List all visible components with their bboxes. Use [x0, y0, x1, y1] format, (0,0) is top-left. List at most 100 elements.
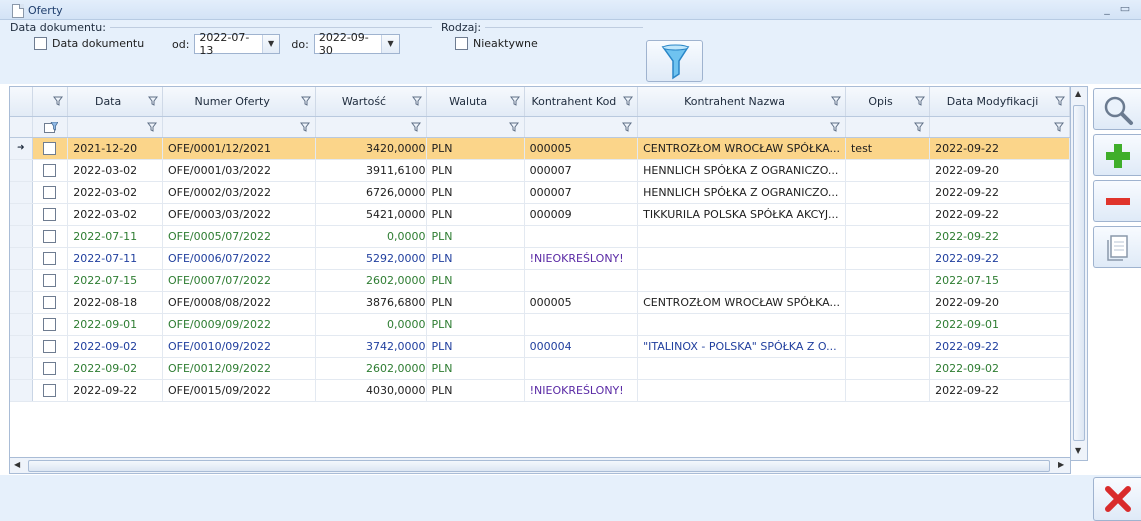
row-checkbox-cell[interactable]: [32, 313, 69, 336]
cell-date: 2022-03-02: [67, 181, 163, 204]
filter-icon[interactable]: [146, 122, 157, 132]
cell-contractor-code: !NIEOKREŚLONY!: [524, 379, 639, 402]
filter-icon[interactable]: [915, 96, 926, 106]
filter-icon[interactable]: [1054, 122, 1064, 132]
row-checkbox[interactable]: [43, 251, 57, 265]
filter-icon[interactable]: [53, 96, 64, 106]
cell-currency: PLN: [426, 379, 525, 402]
cell-modified-date: 2022-09-22: [929, 335, 1070, 358]
filter-cell-contractor-code[interactable]: [524, 116, 639, 138]
filter-cell-checkbox[interactable]: [32, 116, 69, 138]
table-row[interactable]: 2022-09-02 OFE/0010/09/2022 3742,0000 PLN 00…: [10, 335, 1070, 358]
scroll-right-icon[interactable]: ▶: [1058, 460, 1064, 469]
row-checkbox-cell[interactable]: [32, 269, 69, 292]
filter-cell-currency[interactable]: [426, 116, 525, 138]
row-checkbox-cell[interactable]: [32, 335, 69, 358]
table-row[interactable]: 2022-07-11 OFE/0006/07/2022 5292,0000 PLN !N…: [10, 247, 1070, 270]
filter-icon[interactable]: [623, 96, 634, 106]
row-checkbox-cell[interactable]: [32, 181, 69, 204]
minimize-button[interactable]: _: [1100, 2, 1114, 16]
filter-cell-contractor-name[interactable]: [637, 116, 846, 138]
table-row[interactable]: 2022-07-11 OFE/0005/07/2022 0,0000 PLN 2022-…: [10, 225, 1070, 248]
filter-icon[interactable]: [411, 96, 422, 106]
row-checkbox[interactable]: [43, 361, 57, 375]
vertical-scrollbar[interactable]: ▲ ▼: [1071, 86, 1088, 461]
row-checkbox[interactable]: [43, 383, 57, 397]
row-checkbox[interactable]: [43, 295, 57, 309]
date-document-checkbox[interactable]: [34, 37, 47, 50]
filter-cell-value[interactable]: [315, 116, 427, 138]
table-row[interactable]: 2022-09-22 OFE/0015/09/2022 4030,0000 PLN !N…: [10, 379, 1070, 402]
vertical-scroll-thumb[interactable]: [1073, 105, 1085, 441]
filter-icon[interactable]: [622, 122, 633, 132]
column-header-currency[interactable]: Waluta: [426, 87, 525, 117]
filter-icon[interactable]: [301, 96, 312, 106]
scroll-up-icon[interactable]: ▲: [1075, 89, 1081, 98]
filter-icon[interactable]: [1055, 96, 1065, 106]
filter-icon[interactable]: [300, 122, 311, 132]
filter-icon[interactable]: [914, 122, 925, 132]
table-row[interactable]: 2022-09-01 OFE/0009/09/2022 0,0000 PLN 2022-…: [10, 313, 1070, 336]
horizontal-scrollbar[interactable]: ◀ ▶: [9, 457, 1071, 474]
maximize-button[interactable]: ▭: [1118, 2, 1132, 16]
apply-filter-button[interactable]: [646, 40, 703, 82]
from-date-picker[interactable]: 2022-07-13 ▼: [194, 31, 281, 57]
close-button[interactable]: [1093, 477, 1141, 521]
chevron-down-icon[interactable]: ▼: [261, 35, 280, 53]
table-row[interactable]: ➜ 2021-12-20 OFE/0001/12/2021 3420,0000 PLN 0…: [10, 137, 1070, 160]
cell-value: 4030,0000: [315, 379, 427, 402]
search-button[interactable]: [1093, 88, 1141, 130]
copy-button[interactable]: [1093, 226, 1141, 268]
table-row[interactable]: 2022-03-02 OFE/0003/03/2022 5421,0000 PLN 00…: [10, 203, 1070, 226]
column-header-contractor-name[interactable]: Kontrahent Nazwa: [637, 87, 846, 117]
table-row[interactable]: 2022-03-02 OFE/0002/03/2022 6726,0000 PLN 00…: [10, 181, 1070, 204]
filter-icon[interactable]: [830, 96, 841, 106]
filter-icon[interactable]: [147, 96, 158, 106]
inactive-checkbox[interactable]: [455, 37, 468, 50]
column-header-offer-number[interactable]: Numer Oferty: [162, 87, 317, 117]
offers-grid[interactable]: Data Numer Oferty Wartość Waluta Kontrah…: [9, 86, 1071, 461]
chevron-down-icon[interactable]: ▼: [381, 35, 399, 53]
table-row[interactable]: 2022-08-18 OFE/0008/08/2022 3876,6800 PLN 00…: [10, 291, 1070, 314]
row-checkbox[interactable]: [43, 273, 57, 287]
scroll-down-icon[interactable]: ▼: [1075, 446, 1081, 455]
row-checkbox-cell[interactable]: [32, 291, 69, 314]
row-checkbox[interactable]: [43, 229, 57, 243]
column-header-value[interactable]: Wartość: [315, 87, 427, 117]
table-row[interactable]: 2022-09-02 OFE/0012/09/2022 2602,0000 PLN 20…: [10, 357, 1070, 380]
scroll-left-icon[interactable]: ◀: [14, 460, 20, 469]
column-header-contractor-code[interactable]: Kontrahent Kod: [524, 87, 639, 117]
column-header-date[interactable]: Data: [67, 87, 163, 117]
row-checkbox[interactable]: [43, 317, 57, 331]
filter-icon[interactable]: [509, 96, 520, 106]
add-button[interactable]: [1093, 134, 1141, 176]
row-checkbox-cell[interactable]: [32, 159, 69, 182]
filter-cell-date[interactable]: [67, 116, 163, 138]
column-header-checkbox[interactable]: [32, 87, 69, 117]
filter-icon[interactable]: [829, 122, 840, 132]
row-checkbox[interactable]: [43, 207, 57, 221]
row-checkbox[interactable]: [43, 339, 57, 353]
filter-cell-offer-number[interactable]: [162, 116, 317, 138]
row-checkbox-cell[interactable]: [32, 379, 69, 402]
filter-icon[interactable]: [410, 122, 421, 132]
row-checkbox[interactable]: [43, 163, 57, 177]
table-row[interactable]: 2022-03-02 OFE/0001/03/2022 3911,6100 PLN 00…: [10, 159, 1070, 182]
row-checkbox-cell[interactable]: [32, 203, 69, 226]
row-checkbox-cell[interactable]: [32, 357, 69, 380]
filter-icon[interactable]: [508, 122, 519, 132]
horizontal-scroll-thumb[interactable]: [28, 460, 1050, 472]
row-checkbox-cell[interactable]: [32, 137, 69, 160]
remove-button[interactable]: [1093, 180, 1141, 222]
row-checkbox[interactable]: [43, 185, 57, 199]
column-header-description[interactable]: Opis: [845, 87, 931, 117]
row-checkbox-cell[interactable]: [32, 247, 69, 270]
row-checkbox[interactable]: [43, 141, 57, 155]
to-date-picker[interactable]: 2022-09-30 ▼: [313, 31, 400, 57]
filter-editor-icon[interactable]: [43, 121, 58, 134]
filter-cell-modified-date[interactable]: [929, 116, 1070, 138]
row-checkbox-cell[interactable]: [32, 225, 69, 248]
filter-cell-description[interactable]: [845, 116, 931, 138]
column-header-modified-date[interactable]: Data Modyfikacji: [929, 87, 1070, 117]
table-row[interactable]: 2022-07-15 OFE/0007/07/2022 2602,0000 PLN 20…: [10, 269, 1070, 292]
